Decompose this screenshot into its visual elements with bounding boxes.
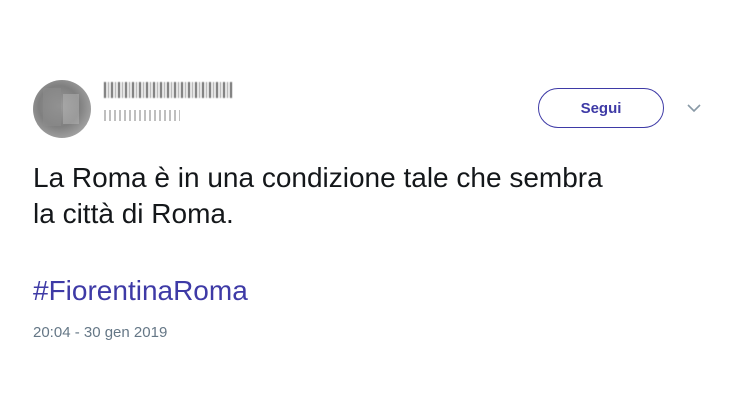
chevron-down-icon[interactable] (685, 102, 703, 114)
tweet-text: La Roma è in una condizione tale che sem… (33, 160, 713, 232)
tweet-card: Segui La Roma è in una condizione tale c… (0, 0, 736, 409)
avatar[interactable] (33, 80, 91, 138)
tweet-timestamp[interactable]: 20:04 - 30 gen 2019 (33, 324, 167, 341)
tweet-text-line-1: La Roma è in una condizione tale che sem… (33, 162, 603, 193)
username-redacted[interactable] (104, 110, 180, 121)
tweet-text-line-2: la città di Roma. (33, 198, 234, 229)
hashtag-link[interactable]: #FiorentinaRoma (33, 273, 248, 309)
follow-button-label: Segui (580, 99, 622, 117)
display-name-redacted[interactable] (104, 82, 232, 98)
follow-button[interactable]: Segui (538, 88, 664, 128)
